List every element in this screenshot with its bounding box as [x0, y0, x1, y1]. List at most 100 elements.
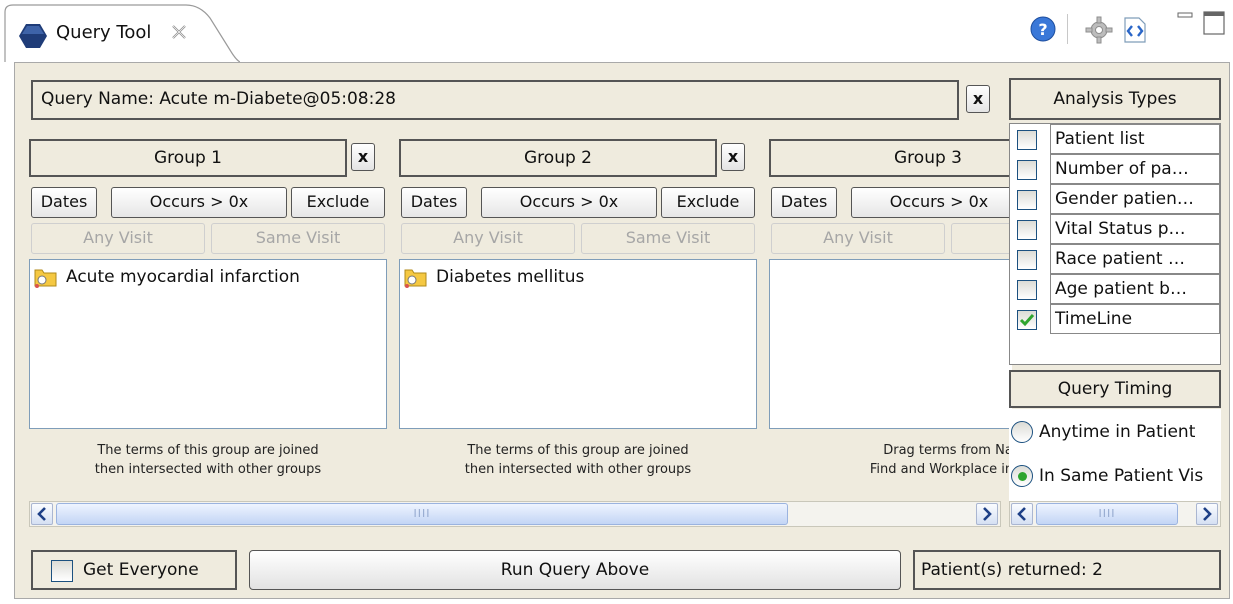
analysis-checkbox[interactable] — [1017, 280, 1037, 300]
analysis-type-row[interactable]: TimeLine — [1010, 304, 1220, 334]
analysis-type-label: Race patient … — [1050, 244, 1220, 274]
analysis-type-row[interactable]: Number of pa… — [1010, 154, 1220, 184]
group-2-term-list[interactable]: Diabetes mellitus — [399, 259, 757, 429]
arrow-left-icon — [1017, 507, 1026, 521]
group-2: Group 2 x Dates Occurs > 0x Exclude Any … — [399, 137, 757, 495]
timing-option-anytime[interactable]: Anytime in Patient — [1011, 421, 1195, 443]
view-tab-bar: Query Tool ? — [0, 0, 1233, 62]
checkmark-icon — [1019, 314, 1035, 327]
timing-horizontal-scrollbar[interactable]: IIII — [1009, 501, 1221, 527]
patients-returned-status: Patient(s) returned: 2 — [913, 550, 1221, 590]
group-2-dates-button[interactable]: Dates — [401, 187, 467, 218]
analysis-checkbox[interactable] — [1017, 220, 1037, 240]
group-1-any-visit-button[interactable]: Any Visit — [31, 223, 205, 254]
analysis-type-label: Age patient b… — [1050, 274, 1220, 304]
term-label: Diabetes mellitus — [436, 267, 585, 287]
get-everyone-checkbox-group[interactable]: Get Everyone — [31, 550, 237, 590]
arrow-right-icon — [1203, 507, 1212, 521]
group-3: Group 3 Dates Occurs > 0x Any Visit S Dr… — [769, 137, 1012, 495]
folder-icon — [34, 269, 57, 288]
group-2-title: Group 2 — [399, 139, 717, 177]
toolbar-separator — [1067, 14, 1068, 44]
group-1-note: The terms of this group are joined then … — [29, 433, 387, 495]
radio-button-selected[interactable] — [1011, 465, 1033, 487]
analysis-type-label: Patient list — [1050, 124, 1220, 154]
group-3-occurs-button[interactable]: Occurs > 0x — [851, 187, 1012, 218]
group-1-close-button[interactable]: x — [351, 143, 375, 171]
analysis-type-label: Number of pa… — [1050, 154, 1220, 184]
query-timing-title: Query Timing — [1009, 370, 1221, 408]
gear-icon[interactable] — [1085, 16, 1113, 44]
group-1: Group 1 x Dates Occurs > 0x Exclude Any … — [29, 137, 387, 495]
timing-option-label: In Same Patient Vis — [1039, 466, 1204, 486]
query-tool-hexagon-icon — [19, 24, 47, 48]
group-2-occurs-button[interactable]: Occurs > 0x — [481, 187, 657, 218]
analysis-types-list: Patient list Number of pa… Gender patien… — [1009, 123, 1221, 365]
group-3-note: Drag terms from Na Find and Workplace in… — [769, 433, 1012, 495]
arrow-right-icon — [983, 507, 992, 521]
scroll-thumb[interactable]: IIII — [1036, 503, 1178, 525]
analysis-types-title: Analysis Types — [1009, 78, 1221, 120]
analysis-checkbox[interactable] — [1017, 130, 1037, 150]
scroll-left-button[interactable] — [31, 503, 53, 525]
group-2-any-visit-button[interactable]: Any Visit — [401, 223, 575, 254]
analysis-type-label: TimeLine — [1050, 304, 1220, 334]
query-name-field[interactable]: Query Name: Acute m-Diabete@05:08:28 — [31, 80, 959, 120]
group-3-same-visit-button[interactable]: S — [951, 223, 1012, 254]
scroll-right-button[interactable] — [1196, 503, 1218, 525]
scroll-right-button[interactable] — [976, 503, 998, 525]
scroll-thumb[interactable]: IIII — [56, 503, 788, 525]
svg-text:?: ? — [1038, 20, 1047, 39]
get-everyone-label: Get Everyone — [83, 560, 199, 580]
group-3-any-visit-button[interactable]: Any Visit — [771, 223, 945, 254]
analysis-type-row[interactable]: Race patient … — [1010, 244, 1220, 274]
group-1-term-list[interactable]: Acute myocardial infarction — [29, 259, 387, 429]
note-line: The terms of this group are joined — [467, 443, 689, 458]
get-everyone-checkbox[interactable] — [51, 560, 73, 582]
tab-title: Query Tool — [56, 22, 152, 43]
group-1-title: Group 1 — [29, 139, 347, 177]
group-1-same-visit-button[interactable]: Same Visit — [211, 223, 385, 254]
note-line: Drag terms from Na — [883, 443, 1012, 458]
group-3-term-list[interactable] — [769, 259, 1012, 429]
analysis-type-row[interactable]: Patient list — [1010, 124, 1220, 154]
analysis-checkbox-checked[interactable] — [1017, 310, 1037, 330]
analysis-type-label: Gender patien… — [1050, 184, 1220, 214]
term-label: Acute myocardial infarction — [66, 267, 300, 287]
note-line: Find and Workplace into — [869, 462, 1012, 477]
code-icon[interactable] — [1122, 16, 1148, 44]
group-1-dates-button[interactable]: Dates — [31, 187, 97, 218]
query-tool-panel: Query Name: Acute m-Diabete@05:08:28 x G… — [14, 62, 1230, 599]
group-1-occurs-button[interactable]: Occurs > 0x — [111, 187, 287, 218]
group-2-exclude-button[interactable]: Exclude — [661, 187, 755, 218]
analysis-checkbox[interactable] — [1017, 250, 1037, 270]
analysis-type-row[interactable]: Gender patien… — [1010, 184, 1220, 214]
radio-button[interactable] — [1011, 421, 1033, 443]
group-2-close-button[interactable]: x — [721, 143, 745, 171]
analysis-checkbox[interactable] — [1017, 160, 1037, 180]
analysis-type-label: Vital Status p… — [1050, 214, 1220, 244]
term-item[interactable]: Diabetes mellitus — [404, 266, 584, 288]
term-item[interactable]: Acute myocardial infarction — [34, 266, 300, 288]
note-line: then intersected with other groups — [94, 462, 322, 477]
minimize-icon[interactable] — [1176, 10, 1196, 24]
analysis-type-row[interactable]: Vital Status p… — [1010, 214, 1220, 244]
group-2-note: The terms of this group are joined then … — [399, 433, 757, 495]
analysis-type-row[interactable]: Age patient b… — [1010, 274, 1220, 304]
group-1-exclude-button[interactable]: Exclude — [291, 187, 385, 218]
groups-horizontal-scrollbar[interactable]: IIII — [29, 501, 1001, 527]
timing-option-same-visit[interactable]: In Same Patient Vis — [1011, 465, 1203, 487]
timing-option-label: Anytime in Patient — [1039, 422, 1196, 442]
run-query-button[interactable]: Run Query Above — [249, 550, 901, 590]
clear-query-button[interactable]: x — [966, 85, 990, 113]
scroll-left-button[interactable] — [1011, 503, 1033, 525]
analysis-checkbox[interactable] — [1017, 190, 1037, 210]
query-tool-tab[interactable]: Query Tool — [4, 4, 240, 62]
help-icon[interactable]: ? — [1030, 16, 1056, 42]
maximize-icon[interactable] — [1202, 10, 1228, 38]
close-tab-icon[interactable] — [170, 23, 188, 41]
folder-icon — [404, 269, 427, 288]
group-2-same-visit-button[interactable]: Same Visit — [581, 223, 755, 254]
groups-area: Group 1 x Dates Occurs > 0x Exclude Any … — [29, 137, 1012, 533]
group-3-dates-button[interactable]: Dates — [771, 187, 837, 218]
